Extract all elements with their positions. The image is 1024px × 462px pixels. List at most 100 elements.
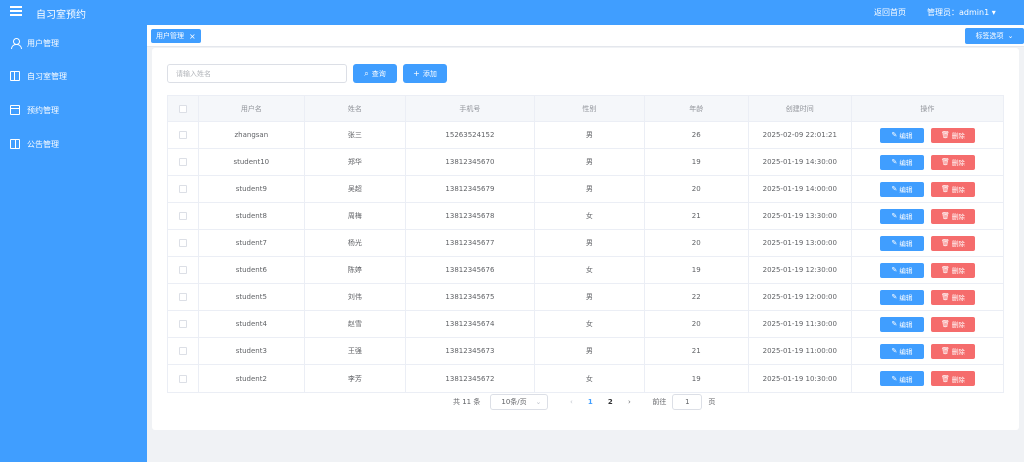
edit-icon: ✎	[891, 239, 898, 247]
tab-users[interactable]: 用户管理 ×	[151, 29, 201, 43]
trash-icon: 🗑	[940, 347, 950, 355]
cell-created: 2025-01-19 12:30:00	[749, 257, 852, 283]
delete-button[interactable]: 🗑 删除	[930, 371, 975, 386]
edit-label: 编辑	[899, 132, 913, 140]
goto-page-input[interactable]: 1	[672, 394, 703, 410]
sidebar-item-label: 预约管理	[27, 105, 59, 115]
row-checkbox[interactable]	[178, 320, 187, 328]
edit-button[interactable]: ✎ 编辑	[879, 343, 924, 359]
admin-menu[interactable]: 管理员：admin1 ▾	[927, 7, 996, 18]
delete-label: 删除	[951, 240, 965, 248]
query-button[interactable]: ⌕ 查询	[353, 64, 397, 83]
column-header: 用户名	[199, 96, 305, 121]
cell-name: 赵雪	[305, 311, 406, 337]
delete-button[interactable]: 🗑 删除	[930, 127, 975, 143]
goto-label: 前往	[652, 398, 667, 406]
calendar-icon	[10, 105, 20, 115]
row-checkbox[interactable]	[178, 239, 187, 247]
sidebar-item-announcements[interactable]: 公告管理	[10, 137, 59, 151]
sidebar-item-reservations[interactable]: 预约管理	[10, 103, 59, 117]
top-bar: 自习室预约 返回首页 管理员：admin1 ▾	[0, 0, 1024, 25]
sidebar: 用户管理 自习室管理 预约管理 公告管理	[0, 25, 147, 462]
trash-icon: 🗑	[940, 266, 950, 274]
actions-cell: ✎ 编辑 🗑 删除	[852, 203, 1003, 229]
sidebar-item-users[interactable]: 用户管理	[10, 36, 59, 50]
trash-icon: 🗑	[940, 158, 950, 166]
delete-button[interactable]: 🗑 删除	[930, 262, 975, 278]
close-icon[interactable]: ×	[189, 32, 196, 41]
page-number[interactable]: 2	[600, 398, 620, 406]
edit-button[interactable]: ✎ 编辑	[879, 316, 924, 332]
search-input[interactable]	[167, 64, 347, 83]
edit-button[interactable]: ✎ 编辑	[879, 235, 924, 251]
plus-icon: +	[413, 69, 420, 78]
row-checkbox[interactable]	[178, 131, 187, 139]
trash-icon: 🗑	[940, 239, 950, 247]
cell-created: 2025-01-19 11:00:00	[749, 338, 852, 364]
table-row: student10 郑华 13812345670 男 19 2025-01-19 14:3…	[168, 149, 1003, 176]
add-button[interactable]: + 添加	[403, 64, 447, 83]
home-link[interactable]: 返回首页	[874, 7, 906, 18]
cell-name: 王强	[305, 338, 406, 364]
edit-button[interactable]: ✎ 编辑	[879, 262, 924, 278]
cell-age: 19	[645, 149, 749, 175]
cell-name: 吴超	[305, 176, 406, 202]
sidebar-item-label: 自习室管理	[27, 71, 67, 81]
delete-button[interactable]: 🗑 删除	[930, 316, 975, 332]
table-row: student6 陈婷 13812345676 女 19 2025-01-19 12:30…	[168, 257, 1003, 284]
edit-button[interactable]: ✎ 编辑	[879, 154, 924, 170]
row-checkbox[interactable]	[178, 293, 187, 301]
page-number[interactable]: 1	[580, 398, 600, 406]
edit-button[interactable]: ✎ 编辑	[879, 371, 924, 386]
page-size-select[interactable]: 10条/页 ⌄	[490, 394, 549, 410]
row-checkbox[interactable]	[178, 212, 187, 220]
table-header: 用户名 姓名 手机号 性别 年龄 创建时间 操作	[168, 96, 1003, 122]
edit-label: 编辑	[899, 267, 913, 275]
query-label: 查询	[371, 69, 386, 78]
cell-age: 20	[645, 311, 749, 337]
delete-button[interactable]: 🗑 删除	[930, 289, 975, 305]
cell-created: 2025-01-19 14:00:00	[749, 176, 852, 202]
row-checkbox[interactable]	[178, 185, 187, 193]
edit-button[interactable]: ✎ 编辑	[879, 289, 924, 305]
sidebar-item-rooms[interactable]: 自习室管理	[10, 69, 67, 83]
cell-username: student10	[199, 149, 305, 175]
cell-created: 2025-01-19 14:30:00	[749, 149, 852, 175]
edit-label: 编辑	[899, 240, 913, 248]
tab-options-button[interactable]: 标签选项 ⌄	[965, 28, 1024, 44]
actions-cell: ✎ 编辑 🗑 删除	[852, 149, 1003, 175]
tab-label: 用户管理	[156, 32, 184, 40]
row-checkbox[interactable]	[178, 374, 187, 383]
delete-button[interactable]: 🗑 删除	[930, 181, 975, 197]
cell-age: 26	[645, 122, 749, 148]
next-page-button[interactable]: ›	[620, 398, 638, 406]
delete-label: 删除	[951, 375, 965, 384]
delete-label: 删除	[951, 348, 965, 356]
menu-toggle-icon[interactable]	[10, 6, 22, 18]
delete-button[interactable]: 🗑 删除	[930, 235, 975, 251]
delete-label: 删除	[951, 267, 965, 275]
row-checkbox-cell	[168, 230, 199, 256]
actions-cell: ✎ 编辑 🗑 删除	[852, 230, 1003, 256]
delete-button[interactable]: 🗑 删除	[930, 154, 975, 170]
select-all-checkbox[interactable]	[178, 104, 187, 113]
row-checkbox[interactable]	[178, 158, 187, 166]
trash-icon: 🗑	[940, 320, 950, 328]
row-checkbox[interactable]	[178, 266, 187, 274]
edit-button[interactable]: ✎ 编辑	[879, 208, 924, 224]
row-checkbox[interactable]	[178, 347, 187, 355]
cell-name: 刘伟	[305, 284, 406, 310]
actions-cell: ✎ 编辑 🗑 删除	[852, 176, 1003, 202]
cell-name: 杨光	[305, 230, 406, 256]
column-header: 手机号	[406, 96, 535, 121]
cell-username: student4	[199, 311, 305, 337]
delete-button[interactable]: 🗑 删除	[930, 343, 975, 359]
edit-button[interactable]: ✎ 编辑	[879, 181, 924, 197]
cell-age: 22	[645, 284, 749, 310]
delete-button[interactable]: 🗑 删除	[930, 208, 975, 224]
cell-username: student8	[199, 203, 305, 229]
column-header: 操作	[920, 104, 935, 113]
cell-name: 李芳	[305, 365, 406, 392]
prev-page-button[interactable]: ‹	[562, 398, 580, 406]
edit-button[interactable]: ✎ 编辑	[879, 127, 924, 143]
